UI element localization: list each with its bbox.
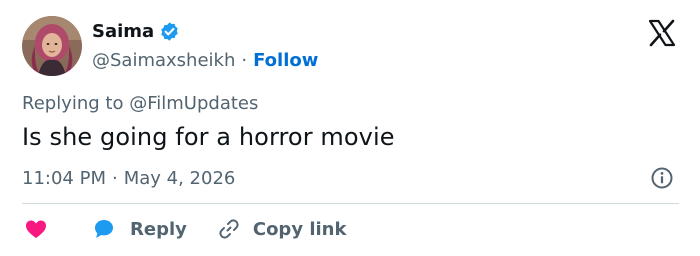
reply-mention-link[interactable]: @FilmUpdates — [129, 93, 258, 114]
action-bar: Reply Copy link — [22, 215, 346, 243]
reply-button[interactable]: Reply — [48, 217, 187, 241]
tweet-time: 11:04 PM — [22, 167, 106, 189]
embedded-tweet: Saima @Saimaxsheikh · Follow Replying to… — [0, 0, 700, 256]
divider — [22, 203, 679, 204]
speech-bubble-icon — [92, 217, 116, 241]
reply-context: Replying to @FilmUpdates — [22, 93, 258, 114]
verified-badge-icon — [159, 21, 180, 42]
avatar[interactable] — [22, 16, 82, 76]
separator-dot: · — [111, 167, 118, 189]
tweet-timestamp[interactable]: 11:04 PM · May 4, 2026 — [22, 166, 235, 190]
tweet-text: Is she going for a horror movie — [22, 123, 395, 151]
tweet-date: May 4, 2026 — [123, 167, 236, 189]
copy-link-button[interactable]: Copy link — [187, 217, 347, 241]
separator-dot: · — [241, 49, 248, 71]
author-name-row: Saima — [92, 18, 180, 44]
reply-prefix: Replying to — [22, 93, 124, 114]
link-icon — [217, 217, 241, 241]
display-name[interactable]: Saima — [92, 21, 154, 42]
copy-link-label: Copy link — [252, 218, 347, 240]
info-icon[interactable] — [650, 166, 674, 190]
handle-row: @Saimaxsheikh · Follow — [92, 48, 318, 72]
handle[interactable]: @Saimaxsheikh — [92, 50, 235, 71]
follow-button[interactable]: Follow — [253, 50, 318, 71]
reply-label: Reply — [130, 218, 187, 240]
heart-icon[interactable] — [24, 217, 48, 241]
x-logo-icon[interactable] — [647, 18, 677, 48]
